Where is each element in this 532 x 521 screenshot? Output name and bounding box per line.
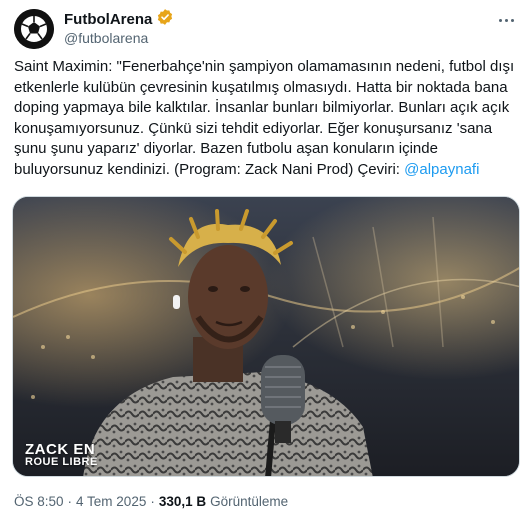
author-name-row[interactable]: FutbolArena [64,8,174,31]
tweet-video[interactable]: ZACK EN ROUE LIBRE [12,196,520,477]
tweet-text: Saint Maximin: "Fenerbahçe'nin şampiyon … [14,57,520,180]
watermark-line2: ROUE LIBRE [25,456,98,468]
tweet-date[interactable]: 4 Tem 2025 [76,494,146,509]
author-handle[interactable]: @futbolarena [64,30,148,46]
video-watermark: ZACK EN ROUE LIBRE [25,441,98,469]
watermark-line1: ZACK EN [25,441,96,458]
views-label: Görüntüleme [210,494,289,509]
tweet-time[interactable]: ÖS 8:50 [14,494,64,509]
avatar[interactable] [14,9,54,49]
video-thumbnail [13,197,519,476]
tweet-meta: ÖS 8:50 · 4 Tem 2025 · 330,1 B Görüntüle… [14,494,288,509]
meta-separator: · [150,494,155,509]
mention-link[interactable]: @alpaynafi [404,161,479,178]
verified-badge-icon [156,8,174,31]
views-count: 330,1 B [158,494,207,509]
more-options-icon[interactable] [494,10,518,30]
author-name[interactable]: FutbolArena [64,11,152,28]
meta-separator: · [67,494,73,509]
football-logo-icon [14,9,54,49]
